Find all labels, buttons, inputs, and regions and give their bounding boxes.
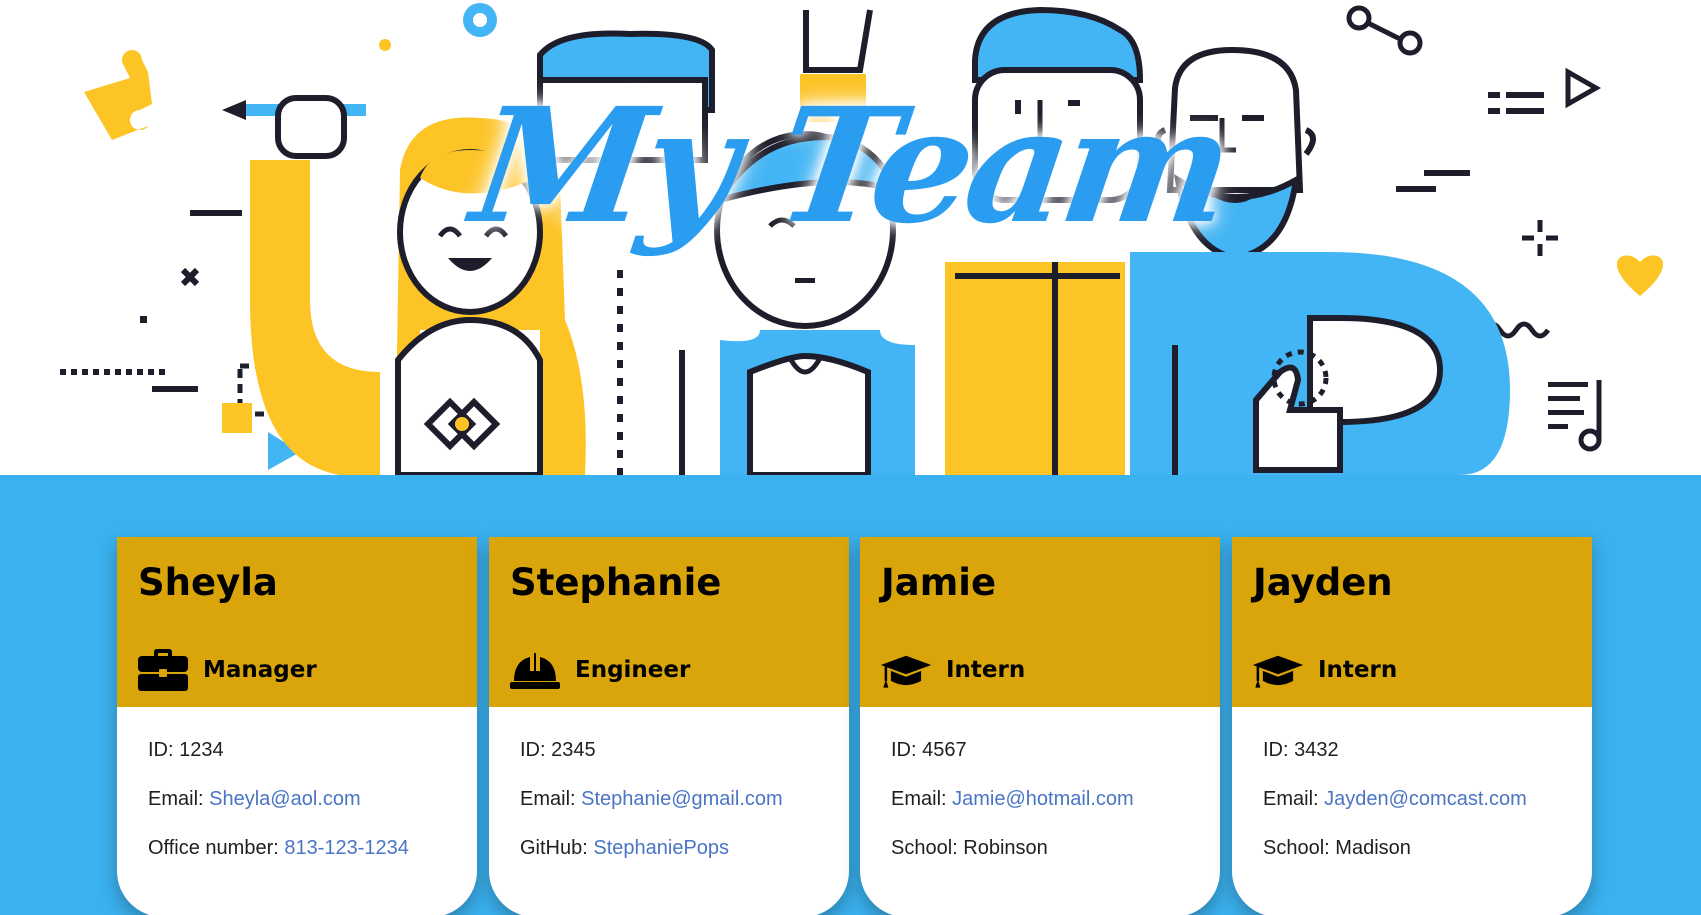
employee-card: Jayden Intern ID: 3432 Email: Jayden@com…: [1232, 537, 1592, 915]
id-label: ID:: [1263, 739, 1289, 761]
hard-hat-icon: [509, 647, 561, 693]
graduation-cap-icon: [1252, 647, 1304, 693]
email-link[interactable]: Jamie@hotmail.com: [952, 788, 1133, 810]
hero-banner: My Team: [0, 0, 1701, 475]
card-body: ID: 1234 Email: Sheyla@aol.com Office nu…: [117, 707, 477, 884]
employee-school: School: Madison: [1263, 835, 1592, 884]
office-number-link[interactable]: 813-123-1234: [284, 837, 409, 859]
email-label: Email:: [1263, 788, 1319, 810]
github-link[interactable]: StephaniePops: [593, 837, 729, 859]
employee-email: Email: Jayden@comcast.com: [1263, 786, 1592, 835]
employee-role: Intern: [880, 647, 1025, 693]
employee-role: Engineer: [509, 647, 690, 693]
card-header: Jayden Intern: [1232, 537, 1592, 707]
card-body: ID: 3432 Email: Jayden@comcast.com Schoo…: [1232, 707, 1592, 884]
employee-name: Stephanie: [510, 561, 722, 604]
card-body: ID: 2345 Email: Stephanie@gmail.com GitH…: [489, 707, 849, 884]
employee-office-number: Office number: 813-123-1234: [148, 835, 477, 884]
id-value: 2345: [551, 739, 596, 761]
employee-id: ID: 2345: [520, 737, 849, 786]
id-label: ID:: [891, 739, 917, 761]
id-label: ID:: [520, 739, 546, 761]
employee-email: Email: Jamie@hotmail.com: [891, 786, 1220, 835]
card-body: ID: 4567 Email: Jamie@hotmail.com School…: [860, 707, 1220, 884]
page: My Team Sheyla Manager ID: 1234 Email: S…: [0, 0, 1701, 915]
employee-id: ID: 1234: [148, 737, 477, 786]
id-value: 3432: [1294, 739, 1339, 761]
employee-role-label: Engineer: [575, 657, 691, 683]
email-label: Email:: [148, 788, 204, 810]
email-label: Email:: [891, 788, 947, 810]
employee-email: Email: Stephanie@gmail.com: [520, 786, 849, 835]
github-label: GitHub:: [520, 837, 588, 859]
employee-email: Email: Sheyla@aol.com: [148, 786, 477, 835]
office-number-label: Office number:: [148, 837, 279, 859]
school-value: Robinson: [963, 837, 1048, 859]
employee-id: ID: 4567: [891, 737, 1220, 786]
employee-role-label: Intern: [946, 657, 1026, 683]
email-link[interactable]: Sheyla@aol.com: [209, 788, 360, 810]
card-header: Jamie Intern: [860, 537, 1220, 707]
email-link[interactable]: Jayden@comcast.com: [1324, 788, 1527, 810]
id-value: 1234: [179, 739, 224, 761]
school-label: School:: [1263, 837, 1330, 859]
id-value: 4567: [922, 739, 967, 761]
employee-id: ID: 3432: [1263, 737, 1592, 786]
card-header: Stephanie Engineer: [489, 537, 849, 707]
card-header: Sheyla Manager: [117, 537, 477, 707]
employee-name: Sheyla: [138, 561, 278, 604]
employee-role-label: Intern: [1318, 657, 1398, 683]
id-label: ID:: [148, 739, 174, 761]
briefcase-icon: [137, 647, 189, 693]
employee-card: Sheyla Manager ID: 1234 Email: Sheyla@ao…: [117, 537, 477, 915]
employee-school: School: Robinson: [891, 835, 1220, 884]
email-label: Email:: [520, 788, 576, 810]
employee-role: Manager: [137, 647, 317, 693]
school-label: School:: [891, 837, 958, 859]
graduation-cap-icon: [880, 647, 932, 693]
employee-role: Intern: [1252, 647, 1397, 693]
email-link[interactable]: Stephanie@gmail.com: [581, 788, 783, 810]
employee-card: Stephanie Engineer ID: 2345 Email: Steph…: [489, 537, 849, 915]
employee-github: GitHub: StephaniePops: [520, 835, 849, 884]
school-value: Madison: [1335, 837, 1411, 859]
employee-name: Jayden: [1253, 561, 1393, 604]
team-section: Sheyla Manager ID: 1234 Email: Sheyla@ao…: [0, 475, 1701, 915]
employee-card: Jamie Intern ID: 4567 Email: Jamie@hotma…: [860, 537, 1220, 915]
employee-role-label: Manager: [203, 657, 317, 683]
employee-name: Jamie: [881, 561, 997, 604]
page-title: My Team: [462, 74, 1239, 259]
